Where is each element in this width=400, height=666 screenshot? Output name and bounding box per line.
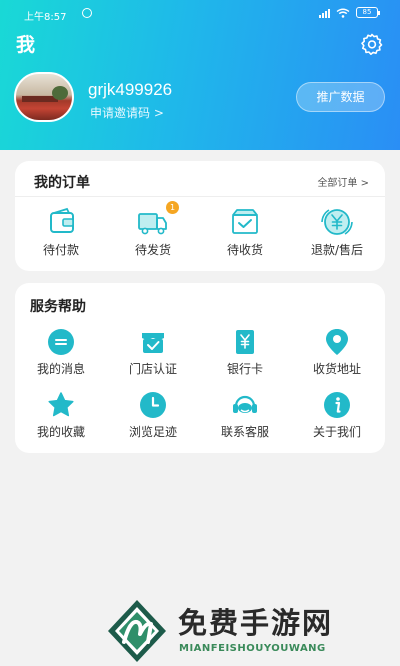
store-check-icon	[142, 333, 164, 353]
service-customer-support-label: 联系客服	[220, 425, 269, 439]
divider	[15, 196, 385, 197]
service-browsing-history[interactable]: 浏览足迹	[107, 391, 199, 440]
battery-icon: 85	[356, 7, 380, 18]
info-icon	[324, 392, 350, 418]
order-pending-payment[interactable]: 待付款	[15, 207, 107, 258]
order-pending-shipment[interactable]: 1 待发货	[107, 201, 199, 258]
settings-gear-icon[interactable]	[360, 32, 384, 56]
service-my-messages-label: 我的消息	[36, 362, 85, 376]
service-store-certification-label: 门店认证	[128, 362, 177, 376]
bank-card-icon	[236, 330, 254, 354]
orders-title: 我的订单	[34, 175, 90, 191]
watermark-subtitle: MIANFEISHOUYOUWANG	[179, 643, 326, 654]
service-customer-support[interactable]: 联系客服	[199, 391, 291, 440]
service-about-us-label: 关于我们	[312, 425, 361, 439]
service-bank-card[interactable]: 银行卡	[199, 328, 291, 377]
order-pending-receipt[interactable]: 待收货	[199, 207, 291, 258]
service-about-us[interactable]: 关于我们	[291, 391, 383, 440]
watermark-logo-mark	[108, 600, 166, 662]
order-refund-aftersale[interactable]: 退款/售后	[291, 207, 383, 258]
status-time: 上午8:57	[24, 12, 67, 23]
signal-icon	[319, 8, 330, 18]
page-title: 我	[16, 34, 36, 56]
service-store-certification[interactable]: 门店认证	[107, 328, 199, 377]
service-shipping-address-label: 收货地址	[312, 362, 361, 376]
status-bar: 上午8:57 85	[0, 0, 400, 26]
alarm-icon	[82, 8, 92, 18]
yuan-refund-icon	[321, 209, 353, 235]
order-pending-receipt-label: 待收货	[226, 243, 263, 257]
all-orders-link[interactable]: 全部订单 >	[317, 174, 369, 189]
headset-icon	[233, 395, 257, 413]
wifi-icon	[336, 8, 350, 18]
clock-icon	[140, 392, 166, 418]
box-check-icon	[232, 209, 258, 234]
profile-header: 上午8:57 85 我 grjk499926 申请邀请码 > 推广数据	[0, 0, 400, 150]
star-icon	[48, 392, 74, 417]
order-pending-payment-label: 待付款	[42, 243, 79, 257]
order-refund-aftersale-label: 退款/售后	[310, 243, 364, 257]
invite-code-link[interactable]: 申请邀请码 >	[90, 104, 164, 121]
services-title: 服务帮助	[30, 299, 86, 315]
order-pending-shipment-label: 待发货	[134, 243, 171, 257]
order-count-badge: 1	[166, 201, 179, 214]
username: grjk499926	[88, 80, 173, 99]
avatar-photo-detail	[52, 86, 68, 100]
orders-card: 我的订单 全部订单 > 待付款 1 待发货 待收货 退款/售后	[15, 161, 385, 271]
service-bank-card-label: 银行卡	[226, 362, 263, 376]
watermark-title: 免费手游网	[178, 606, 334, 640]
promotion-data-button[interactable]: 推广数据	[296, 82, 385, 112]
service-my-favorites-label: 我的收藏	[36, 425, 85, 439]
service-browsing-history-label: 浏览足迹	[128, 425, 177, 439]
service-my-messages[interactable]: 我的消息	[15, 328, 107, 377]
truck-icon	[138, 213, 167, 235]
service-shipping-address[interactable]: 收货地址	[291, 328, 383, 377]
services-card: 服务帮助 我的消息 门店认证 银行卡 收货地址 我的收藏 浏览足迹 联系客服 关…	[15, 283, 385, 453]
message-icon	[48, 329, 74, 355]
wallet-icon	[50, 207, 74, 233]
status-indicators: 85	[319, 7, 380, 18]
service-my-favorites[interactable]: 我的收藏	[15, 391, 107, 440]
watermark-logo: 免费手游网 MIANFEISHOUYOUWANG	[100, 596, 400, 666]
location-pin-icon	[326, 329, 348, 355]
avatar[interactable]	[14, 72, 74, 122]
